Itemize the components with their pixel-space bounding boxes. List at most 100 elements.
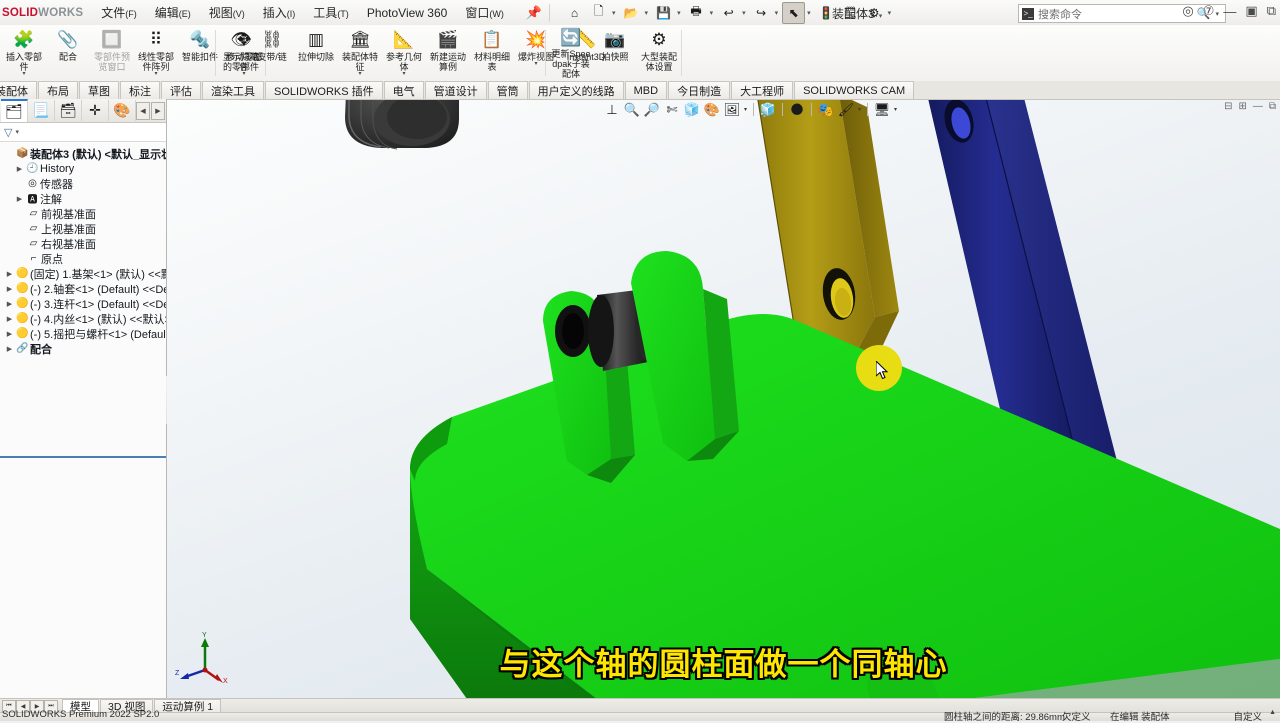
apply-scene-icon[interactable]: 🌑 bbox=[788, 101, 806, 118]
section-view-icon[interactable]: ✄ bbox=[663, 101, 681, 118]
scroll-right-arrow[interactable]: ▶ bbox=[151, 101, 165, 120]
tree-item-annotations[interactable]: ▶ 🅰 注解 bbox=[2, 191, 166, 207]
hide-show-items-icon[interactable]: 🖼 bbox=[723, 101, 741, 118]
tab-tubing[interactable]: 管筒 bbox=[487, 81, 528, 99]
tab-assembly[interactable]: 装配体 bbox=[0, 81, 37, 99]
tab-manufacture-today[interactable]: 今日制造 bbox=[668, 81, 731, 99]
tab-piping-design[interactable]: 管道设计 bbox=[424, 81, 487, 99]
tree-item-mates-folder[interactable]: ▶ 🔗 配合 bbox=[2, 341, 166, 356]
doc-minimize-icon[interactable]: — bbox=[1253, 101, 1263, 112]
expand-arrow[interactable]: ▶ bbox=[4, 300, 15, 308]
tab-big-engineer[interactable]: 大工程师 bbox=[731, 81, 794, 99]
feature-manager-tab[interactable]: 🗂 bbox=[1, 99, 28, 122]
insert-component-caret[interactable]: ▾ bbox=[22, 71, 25, 77]
reference-geometry-caret[interactable]: ▾ bbox=[402, 71, 405, 77]
ribbon-extruded-cut[interactable]: ▥ 拉伸切除 bbox=[294, 25, 338, 79]
expand-arrow[interactable]: ▶ bbox=[4, 315, 15, 323]
menu-insert[interactable]: 插入(I) bbox=[261, 1, 298, 24]
appearances-icon[interactable]: 🖌 bbox=[837, 101, 855, 118]
open-caret[interactable]: ▾ bbox=[644, 9, 652, 17]
document-title-caret[interactable]: ▾ bbox=[879, 13, 883, 20]
ribbon-insert-component[interactable]: 🧩 插入零部件 ▾ bbox=[2, 25, 46, 79]
bottom-tab-motion-study[interactable]: 运动算例 1 bbox=[154, 699, 222, 713]
scroll-left-arrow[interactable]: ◀ bbox=[136, 101, 150, 120]
assembly-feature-caret[interactable]: ▾ bbox=[358, 71, 361, 77]
linear-pattern-caret[interactable]: ▾ bbox=[154, 71, 157, 77]
tab-solidworks-cam[interactable]: SOLIDWORKS CAM bbox=[794, 81, 915, 99]
redo-caret[interactable]: ▾ bbox=[774, 9, 782, 17]
exploded-view-caret[interactable]: ▾ bbox=[534, 61, 537, 67]
ribbon-update-speedpak[interactable]: 🔄 更新Speedpak子装配体 bbox=[549, 25, 593, 79]
ribbon-take-snapshot[interactable]: 📷 拍快照 bbox=[593, 25, 637, 79]
save-caret[interactable]: ▾ bbox=[676, 9, 684, 17]
menu-file[interactable]: 文件(F) bbox=[99, 1, 139, 24]
ribbon-linear-component-pattern[interactable]: ⠿ 线性零部件阵列 ▾ bbox=[134, 25, 178, 79]
menu-photoview360[interactable]: PhotoView 360 bbox=[365, 3, 450, 23]
doc-restore-icon[interactable]: ⊟ bbox=[1224, 101, 1232, 112]
tab-electrical[interactable]: 电气 bbox=[383, 81, 424, 99]
tree-item-sensors[interactable]: ◎ 传感器 bbox=[2, 176, 166, 191]
save-icon[interactable]: 💾 bbox=[652, 2, 675, 24]
home-icon[interactable]: ⌂ bbox=[563, 2, 586, 24]
tab-annotation[interactable]: 标注 bbox=[120, 81, 160, 99]
ribbon-reference-geometry[interactable]: 📐 参考几何体 ▾ bbox=[382, 25, 426, 79]
tree-filter-bar[interactable]: ▽ ▾ bbox=[0, 123, 166, 142]
expand-arrow[interactable]: ▶ bbox=[4, 285, 15, 293]
doc-maximize-icon[interactable]: ⊞ bbox=[1238, 101, 1246, 112]
ribbon-assembly-feature[interactable]: 🏛 装配体特征 ▾ bbox=[338, 25, 382, 79]
tab-mbd[interactable]: MBD bbox=[624, 81, 668, 99]
ribbon-new-motion-study[interactable]: 🎬 新建运动算例 bbox=[426, 25, 470, 79]
display-manager-tab[interactable]: 🎨 bbox=[109, 100, 136, 121]
ribbon-mate[interactable]: 📎 配合 bbox=[46, 25, 90, 79]
zoom-to-area-icon[interactable]: 🔍 bbox=[623, 101, 641, 118]
print-caret[interactable]: ▾ bbox=[709, 9, 717, 17]
status-caret-icon[interactable]: ▲ bbox=[1269, 709, 1276, 716]
tree-item-origin[interactable]: ⌐ 原点 bbox=[2, 251, 166, 266]
expand-arrow[interactable]: ▶ bbox=[4, 345, 15, 353]
print-icon[interactable]: 🖶 bbox=[685, 2, 708, 24]
pin-icon[interactable]: 📌 bbox=[526, 5, 542, 21]
tree-item-assembly-root[interactable]: 📦 装配体3 (默认) <默认_显示状态-1> bbox=[2, 146, 166, 161]
display-style-icon[interactable]: 🎨 bbox=[703, 101, 721, 118]
tree-item-part-1-base-frame[interactable]: ▶ 🟡 (固定) 1.基架<1> (默认) <<默认>_显 bbox=[2, 266, 166, 281]
tree-item-front-plane[interactable]: ▱ 前视基准面 bbox=[2, 206, 166, 221]
new-document-caret[interactable]: ▾ bbox=[611, 9, 619, 17]
view-orientation-icon[interactable]: 🧊 bbox=[683, 101, 701, 118]
redo-icon[interactable]: ↪ bbox=[750, 2, 773, 24]
tree-item-part-3-connecting-rod[interactable]: ▶ 🟡 (-) 3.连杆<1> (Default) <<Default bbox=[2, 296, 166, 311]
expand-arrow[interactable]: ▶ bbox=[4, 270, 15, 278]
ribbon-belt-chain[interactable]: ⛓ 皮带/链 bbox=[250, 25, 294, 79]
user-account-icon[interactable]: ◎ bbox=[1182, 3, 1193, 19]
minimize-icon[interactable]: — bbox=[1223, 4, 1236, 19]
tree-item-part-5-handle-screw[interactable]: ▶ 🟡 (-) 5.摇把与螺杆<1> (Default) <<D bbox=[2, 326, 166, 341]
ribbon-large-assembly-settings[interactable]: ⚙ 大型装配体设置 bbox=[637, 25, 681, 79]
viewport-layout-caret[interactable]: ▾ bbox=[893, 106, 898, 113]
menu-window[interactable]: 窗口(W) bbox=[463, 1, 506, 24]
zoom-to-fit-icon[interactable]: ⊥ bbox=[603, 101, 621, 118]
tab-evaluate[interactable]: 评估 bbox=[161, 81, 201, 99]
tree-item-top-plane[interactable]: ▱ 上视基准面 bbox=[2, 221, 166, 236]
dimxpert-manager-tab[interactable]: ✛ bbox=[82, 100, 109, 121]
expand-arrow[interactable]: ▶ bbox=[4, 330, 15, 338]
expand-arrow[interactable]: ▶ bbox=[14, 195, 25, 203]
ribbon-bill-of-materials[interactable]: 📋 材料明细表 bbox=[470, 25, 514, 79]
close-icon[interactable]: ⧉ bbox=[1267, 3, 1276, 19]
help-icon[interactable]: ⑦ bbox=[1203, 3, 1215, 19]
menu-view[interactable]: 视图(V) bbox=[207, 1, 247, 24]
tree-item-history[interactable]: ▶ 🕘 History bbox=[2, 161, 166, 176]
previous-view-icon[interactable]: 🔎 bbox=[643, 101, 661, 118]
tab-layout[interactable]: 布局 bbox=[38, 81, 78, 99]
menu-tools[interactable]: 工具(T) bbox=[311, 1, 351, 24]
property-manager-tab[interactable]: 📃 bbox=[28, 100, 55, 121]
options-caret[interactable]: ▾ bbox=[887, 9, 895, 17]
edit-appearance-icon[interactable]: 🧊 bbox=[759, 101, 777, 118]
graphics-viewport[interactable]: ⊥ 🔍 🔎 ✄ 🧊 🎨 🖼 ▾ 🧊 🌑 🎭 🖌 ▾ 🖥 ▾ ⊟ ⊞ — ⧉ Y … bbox=[167, 99, 1280, 699]
select-caret[interactable]: ▾ bbox=[806, 9, 814, 17]
tree-item-part-2-bushing[interactable]: ▶ 🟡 (-) 2.轴套<1> (Default) <<Default bbox=[2, 281, 166, 296]
doc-close-icon[interactable]: ⧉ bbox=[1269, 101, 1276, 112]
expand-arrow[interactable]: ▶ bbox=[14, 165, 25, 173]
configuration-manager-tab[interactable]: 🗃 bbox=[55, 100, 82, 121]
tab-render-tools[interactable]: 渲染工具 bbox=[202, 81, 264, 99]
undo-icon[interactable]: ↩ bbox=[717, 2, 740, 24]
tab-sketch[interactable]: 草图 bbox=[79, 81, 119, 99]
